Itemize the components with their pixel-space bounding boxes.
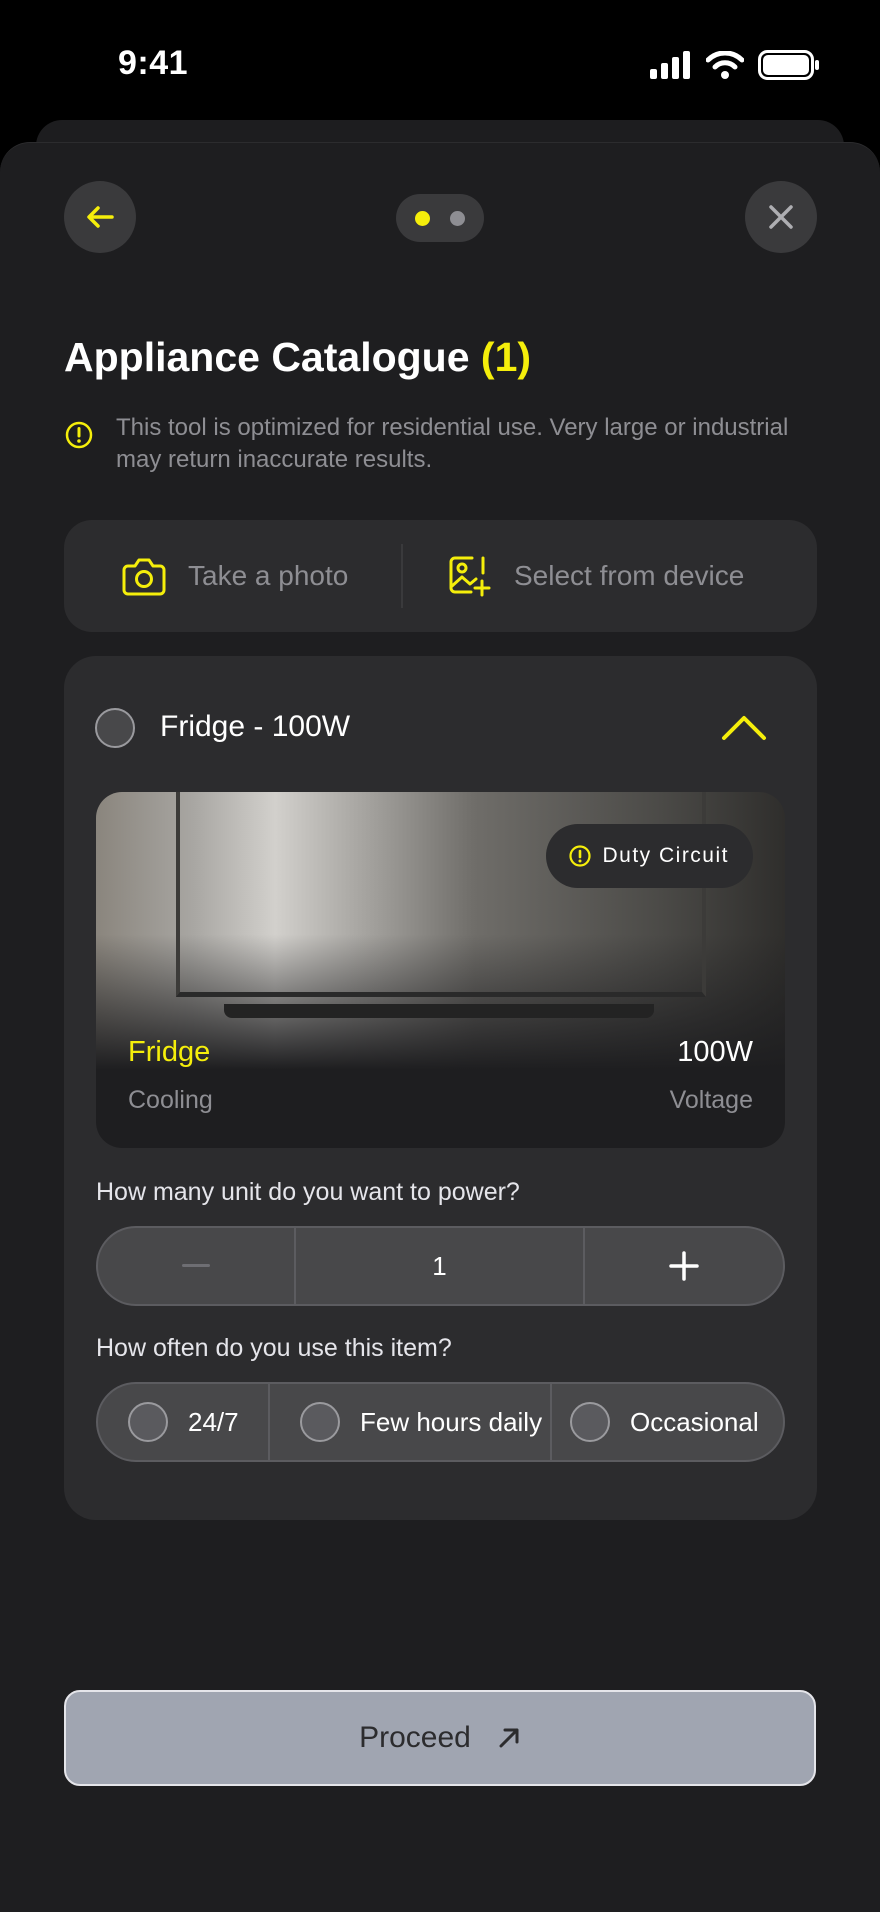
appliance-card: Fridge - 100W Duty Circuit Fridge 100W C… [64, 656, 817, 1520]
upload-options: Take a photo Select from device [64, 520, 817, 632]
chevron-up-icon[interactable] [720, 708, 768, 748]
status-time: 9:41 [118, 44, 189, 82]
minus-icon [182, 1264, 210, 1267]
usage-question: How often do you use this item? [96, 1334, 452, 1362]
step-dot-active [415, 210, 430, 226]
usage-option-24-7[interactable]: 24/7 [98, 1384, 268, 1460]
wifi-icon [706, 51, 744, 79]
increment-button[interactable] [585, 1228, 783, 1304]
cellular-signal-icon [650, 51, 690, 79]
usage-radio[interactable] [570, 1402, 610, 1442]
camera-icon [122, 558, 166, 596]
back-button[interactable] [64, 181, 136, 253]
usage-option-label: Occasional [630, 1406, 759, 1437]
gallery-add-icon [449, 556, 491, 597]
warning-icon [569, 845, 592, 867]
quantity-question: How many unit do you want to power? [96, 1178, 520, 1206]
close-icon [769, 205, 793, 229]
quantity-value[interactable]: 1 [294, 1228, 585, 1304]
upload-divider [401, 544, 403, 608]
usage-option-few-hours[interactable]: Few hours daily [268, 1384, 552, 1460]
item-count: (1) [480, 334, 532, 380]
usage-frequency-selector: 24/7 Few hours daily Occasional [96, 1382, 785, 1462]
status-icons [650, 50, 820, 80]
proceed-label: Proceed [359, 1721, 471, 1754]
decrement-button[interactable] [98, 1228, 294, 1304]
appliance-name: Fridge [128, 1036, 211, 1068]
usage-option-label: Few hours daily [360, 1406, 543, 1437]
page-title: Appliance Catalogue (1) [64, 334, 531, 381]
take-photo-label: Take a photo [188, 560, 349, 591]
appliance-select-radio[interactable] [95, 708, 135, 748]
select-from-device-button[interactable]: Select from device [448, 520, 744, 632]
arrow-up-right-icon [499, 1728, 519, 1748]
step-indicator [396, 194, 484, 242]
appliance-photo: Duty Circuit Fridge 100W Cooling Voltage [96, 792, 785, 1148]
arrow-left-icon [87, 206, 114, 228]
notice-text: This tool is optimized for residential u… [116, 414, 789, 473]
usage-option-occasional[interactable]: Occasional [552, 1384, 783, 1460]
badge-label: Duty Circuit [602, 844, 729, 867]
usage-option-label: 24/7 [188, 1406, 239, 1437]
fridge-image [176, 792, 706, 997]
appliance-header-label: Fridge - 100W [160, 710, 351, 743]
duty-circuit-badge: Duty Circuit [546, 824, 753, 888]
proceed-button[interactable]: Proceed [64, 1690, 816, 1786]
close-button[interactable] [745, 181, 817, 253]
appliance-category: Cooling [128, 1086, 213, 1114]
usage-radio[interactable] [128, 1402, 168, 1442]
battery-icon [758, 50, 819, 80]
select-from-device-label: Select from device [514, 560, 745, 591]
info-notice: This tool is optimized for residential u… [64, 412, 824, 476]
fridge-handle [224, 1004, 654, 1018]
page-title-text: Appliance Catalogue [64, 334, 470, 380]
quantity-stepper: 1 [96, 1226, 785, 1306]
plus-icon [669, 1251, 699, 1281]
usage-radio[interactable] [300, 1402, 340, 1442]
appliance-power: 100W [677, 1036, 753, 1068]
take-photo-button[interactable]: Take a photo [122, 520, 348, 632]
step-dot-inactive [450, 210, 465, 226]
warning-icon [65, 421, 93, 449]
status-bar: 9:41 [0, 0, 880, 120]
power-label: Voltage [669, 1086, 753, 1114]
